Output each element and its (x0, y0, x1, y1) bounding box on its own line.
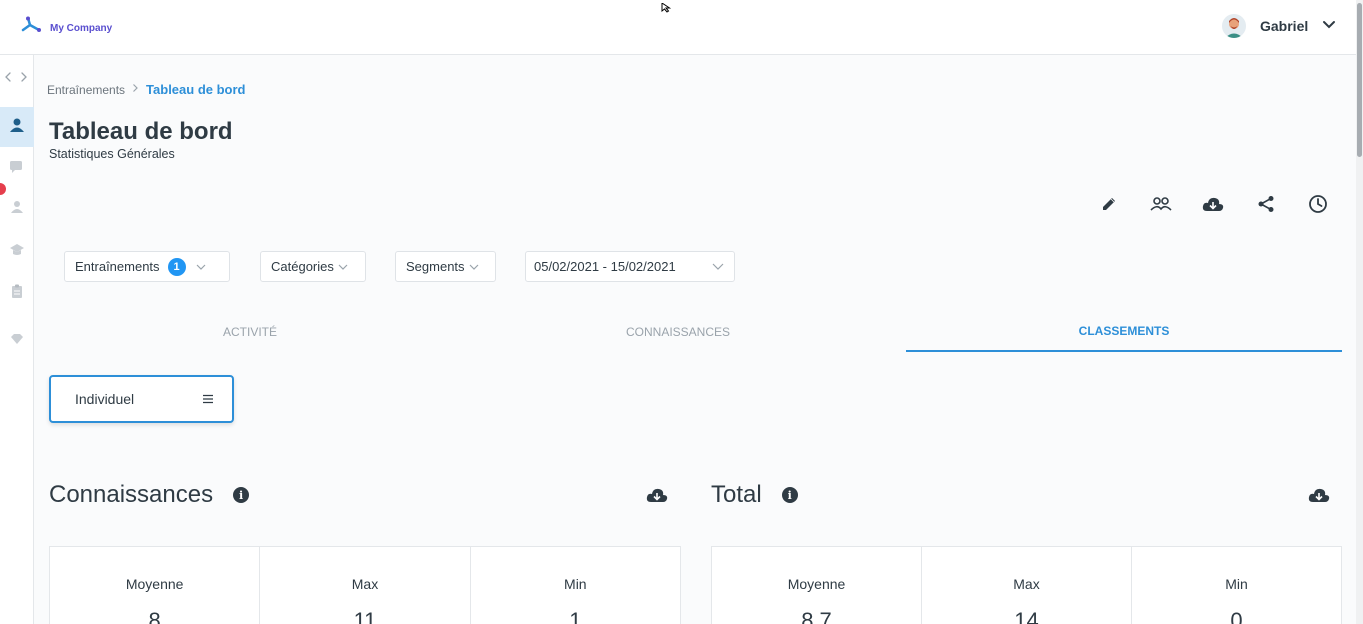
section-title-text: Total (711, 481, 762, 508)
stat-min: Min 1 (471, 547, 680, 624)
categories-filter[interactable]: Catégories (260, 251, 366, 282)
trainings-filter[interactable]: Entraînements 1 (64, 251, 230, 282)
active-tab-indicator (906, 350, 1342, 352)
date-range-value: 05/02/2021 - 15/02/2021 (534, 259, 676, 274)
top-bar: My Company Gabriel (0, 0, 1356, 55)
stat-value: 8.7 (801, 608, 832, 624)
logo-icon (20, 16, 42, 41)
breadcrumb-parent-link[interactable]: Entraînements (47, 83, 125, 97)
user-icon (10, 200, 24, 219)
stat-label: Moyenne (125, 576, 184, 592)
company-name: My Company (50, 23, 113, 34)
stats-card-connaissances: Moyenne 8 Max 11 Min 1 (49, 546, 681, 624)
avatar (1222, 14, 1246, 38)
tab-connaissances[interactable]: CONNAISSANCES (598, 325, 758, 339)
stat-value: 8 (148, 608, 161, 624)
stat-moyenne: Moyenne 8.7 (712, 547, 922, 624)
section-title-total: Total i (711, 481, 798, 509)
stat-label: Moyenne (787, 576, 846, 592)
page-subtitle: Statistiques Générales (49, 147, 175, 161)
info-icon[interactable]: i (233, 487, 250, 503)
stat-label: Min (564, 576, 587, 592)
chevron-down-icon (196, 264, 206, 270)
stat-value: 14 (1014, 608, 1039, 624)
segments-filter[interactable]: Segments (395, 251, 496, 282)
diamond-icon (10, 332, 24, 350)
stat-label: Max (351, 576, 379, 592)
sidebar-toggle-icon[interactable] (4, 71, 28, 86)
company-logo[interactable]: My Company (20, 16, 112, 41)
segments-filter-label: Segments (406, 259, 465, 274)
breadcrumb: Entraînements Tableau de bord (47, 82, 245, 97)
sidebar-item-reports[interactable] (0, 274, 34, 314)
edit-icon[interactable] (1098, 193, 1120, 215)
history-icon[interactable] (1307, 193, 1329, 215)
chat-icon (9, 160, 25, 179)
stats-card-total: Moyenne 8.7 Max 14 Min 0 (711, 546, 1342, 624)
scrollbar[interactable] (1356, 0, 1363, 624)
chevron-down-icon (469, 264, 479, 270)
date-range-picker[interactable]: 05/02/2021 - 15/02/2021 (525, 251, 735, 282)
section-title-connaissances: Connaissances i (49, 481, 250, 509)
breadcrumb-current: Tableau de bord (146, 82, 246, 97)
sidebar-item-chat[interactable] (0, 149, 34, 189)
chevron-down-icon (338, 264, 348, 270)
sidebar-item-dashboard[interactable] (0, 107, 34, 147)
chevron-down-icon[interactable] (1322, 17, 1336, 35)
page-title: Tableau de bord (49, 118, 233, 145)
stat-label: Min (1225, 576, 1248, 592)
sidebar-item-training[interactable] (0, 232, 34, 272)
scrollbar-thumb[interactable] (1357, 3, 1362, 157)
user-menu[interactable]: Gabriel (1222, 14, 1336, 38)
user-name: Gabriel (1260, 18, 1309, 34)
stat-value: 1 (569, 608, 582, 624)
info-icon[interactable]: i (781, 487, 798, 503)
sidebar (0, 55, 34, 624)
graduation-cap-icon (9, 243, 25, 262)
trainings-count-badge: 1 (167, 257, 186, 276)
categories-filter-label: Catégories (271, 259, 334, 274)
tab-classements[interactable]: CLASSEMENTS (1044, 324, 1204, 338)
trainings-filter-label: Entraînements (75, 259, 160, 274)
stat-moyenne: Moyenne 8 (50, 547, 261, 624)
view-mode-value: Individuel (75, 391, 135, 407)
view-mode-select[interactable]: Individuel (49, 375, 234, 423)
chevron-down-icon (712, 263, 724, 270)
section-title-text: Connaissances (49, 481, 214, 508)
stat-min: Min 0 (1132, 547, 1341, 624)
stat-max: Max 11 (260, 547, 471, 624)
dashboard-icon (9, 117, 25, 138)
stat-label: Max (1013, 576, 1040, 592)
cloud-download-icon[interactable] (646, 487, 668, 508)
breadcrumb-chevron-icon (132, 83, 139, 96)
stat-value: 11 (353, 608, 377, 624)
menu-icon (202, 391, 214, 407)
stat-value: 0 (1230, 608, 1243, 624)
stat-max: Max 14 (922, 547, 1132, 624)
mouse-cursor-icon (661, 0, 673, 18)
cloud-download-icon[interactable] (1202, 193, 1224, 215)
sidebar-item-user[interactable] (0, 189, 34, 229)
cloud-download-icon[interactable] (1308, 487, 1330, 508)
sidebar-item-rewards[interactable] (0, 321, 34, 361)
clipboard-icon (11, 284, 23, 304)
users-icon[interactable] (1150, 193, 1172, 215)
tab-activite[interactable]: ACTIVITÉ (180, 325, 320, 339)
share-icon[interactable] (1255, 193, 1277, 215)
